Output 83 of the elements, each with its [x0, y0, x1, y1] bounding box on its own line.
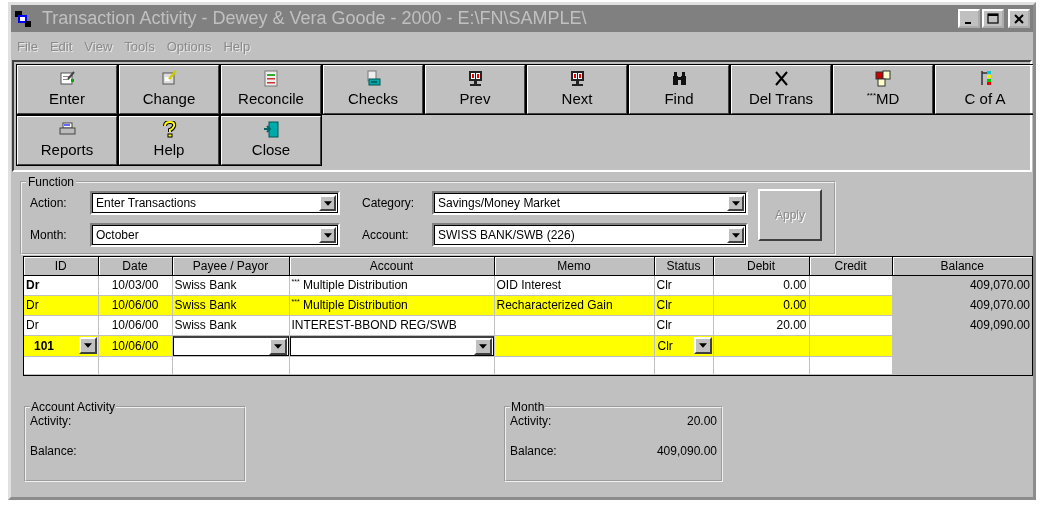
dropdown-field[interactable]: Clr: [654, 335, 713, 356]
dropdown-field[interactable]: October: [90, 223, 340, 247]
column-header[interactable]: Status: [654, 257, 713, 275]
toolbar-button[interactable]: Checks: [322, 64, 424, 115]
table-cell: Dr: [24, 275, 98, 295]
table-cell: Clr: [654, 275, 713, 295]
field-label: Action:: [29, 196, 68, 210]
column-header[interactable]: ID: [24, 257, 98, 275]
notepad-icon: [160, 70, 178, 87]
column-header[interactable]: Payee / Payor: [172, 257, 289, 275]
summary-value: 20.00: [686, 413, 717, 428]
x-icon: [772, 70, 790, 87]
binoculars-icon: [670, 70, 688, 87]
app-icon: [14, 9, 32, 28]
printer-icon: [58, 121, 76, 138]
summary-label: Balance:: [30, 443, 77, 458]
toolbar-button[interactable]: Find: [628, 64, 730, 115]
list-icon: [262, 70, 280, 87]
group-title: Function: [27, 175, 76, 189]
summary-label: Activity:: [510, 413, 552, 428]
summary-label: Balance:: [510, 443, 557, 458]
table-cell: INTEREST-BBOND REG/SWB: [289, 315, 494, 335]
toolbar-button[interactable]: Prev: [424, 64, 526, 115]
table-cell: Dr: [24, 295, 98, 315]
toolbar-button[interactable]: Close: [220, 115, 322, 166]
minimize-icon: [964, 21, 971, 24]
maximize-icon: [986, 12, 1000, 25]
caret-icon: [273, 343, 282, 349]
toolbar-button[interactable]: Reports: [16, 115, 118, 166]
field-label: Account:: [361, 228, 410, 242]
table-cell: Swiss Bank: [172, 315, 289, 335]
summary-label: Activity:: [30, 413, 72, 428]
minimize-button[interactable]: [958, 9, 980, 28]
register-icon: [364, 70, 382, 87]
caret-icon: [323, 200, 332, 206]
table-cell: 10/06/00: [98, 315, 172, 335]
documents-icon: [874, 70, 892, 87]
table-cell: Dr: [24, 315, 98, 335]
field-label: Month:: [29, 228, 68, 242]
dropdown-field[interactable]: 101: [24, 335, 98, 356]
table-cell: $^{***}$ Multiple Distribution: [289, 275, 494, 295]
window-title: Transaction Activity - Dewey & Vera Goode - 2000 - E:\FN\SAMPLE\: [42, 8, 588, 29]
door-icon: [262, 121, 280, 138]
table-cell: Clr: [654, 315, 713, 335]
toolbar-button[interactable]: Next: [526, 64, 628, 115]
table-cell: 10/03/00: [98, 275, 172, 295]
column-header[interactable]: Credit: [809, 257, 892, 275]
column-header[interactable]: Date: [98, 257, 172, 275]
dropdown-field[interactable]: Enter Transactions: [90, 191, 340, 215]
toolbar-button[interactable]: Change: [118, 64, 220, 115]
maximize-button[interactable]: [982, 9, 1004, 28]
toolbar-button[interactable]: $^{***}$MD: [832, 64, 934, 115]
caret-icon: [323, 232, 332, 238]
notepad-icon: [58, 70, 76, 87]
column-header[interactable]: Account: [289, 257, 494, 275]
close-button[interactable]: [1008, 9, 1030, 28]
column-header[interactable]: Memo: [494, 257, 654, 275]
table-cell: OID Interest: [494, 275, 654, 295]
field-label: Category:: [361, 196, 416, 210]
toolbar-button[interactable]: C of A: [934, 64, 1033, 115]
question-icon: [160, 121, 178, 138]
column-header[interactable]: Balance: [892, 257, 1032, 275]
toolbar-button[interactable]: Help: [118, 115, 220, 166]
group-title: Month: [510, 399, 546, 414]
monitor-icon: [568, 70, 586, 87]
close-icon: [1012, 12, 1026, 25]
caret-icon: [698, 343, 707, 348]
caret-icon: [731, 200, 740, 206]
dropdown-field[interactable]: SWISS BANK/SWB (226): [432, 223, 748, 247]
monitor-icon: [466, 70, 484, 87]
table-cell: 20.00: [713, 315, 809, 335]
caret-icon: [731, 232, 740, 238]
dropdown-field[interactable]: Savings/Money Market: [432, 191, 748, 215]
table-cell: Swiss Bank: [172, 275, 289, 295]
group-title: Account Activity: [30, 399, 117, 414]
table-cell: 0.00: [713, 275, 809, 295]
column-header[interactable]: Debit: [713, 257, 809, 275]
toolbar-button[interactable]: Enter: [16, 64, 118, 115]
caret-icon: [478, 343, 487, 349]
caret-icon: [83, 343, 92, 348]
toolbar-button[interactable]: Del Trans: [730, 64, 832, 115]
summary-value: 409,090.00: [656, 443, 717, 458]
toolbar-button[interactable]: Reconcile: [220, 64, 322, 115]
